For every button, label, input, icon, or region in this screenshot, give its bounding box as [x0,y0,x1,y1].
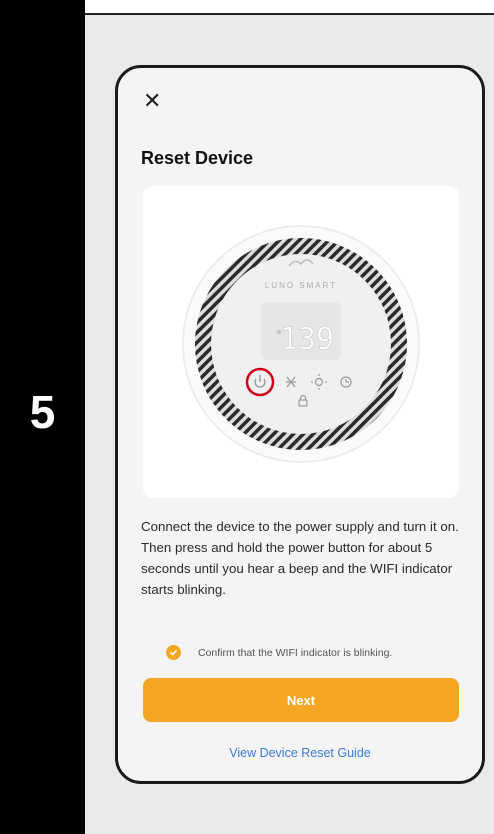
next-button[interactable]: Next [143,678,459,722]
page-title: Reset Device [141,148,254,168]
wifi-indicator-dot [276,329,282,335]
confirm-label: Confirm that the WIFI indicator is blink… [198,646,393,659]
confirm-checkbox[interactable]: Confirm that the WIFI indicator is blink… [166,645,392,660]
device-brand: LUNO SMART [265,281,337,290]
close-button[interactable]: ✕ [143,90,161,112]
reset-instructions: Connect the device to the power supply a… [141,519,459,597]
device-display-value: 139 [280,322,334,357]
phone-frame: ✕ Reset Device LUNO SMART 139 Connect th… [115,65,485,784]
device-image-card: LUNO SMART 139 [143,186,459,498]
step-number: 5 [29,386,56,438]
device-illustration: LUNO SMART 139 [182,225,420,463]
reset-guide-link[interactable]: View Device Reset Guide [118,746,482,760]
close-icon: ✕ [143,88,162,113]
step-sidebar: 5 [0,0,85,834]
checkmark-icon [166,645,181,660]
